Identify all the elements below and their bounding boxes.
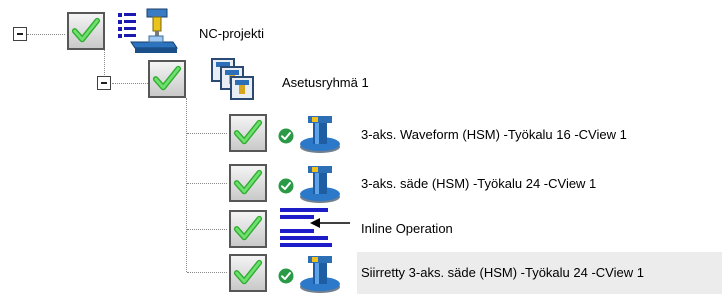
- toolpath-icon: [298, 164, 342, 204]
- checkmark-icon: [70, 15, 102, 47]
- node-label: Siirretty 3-aks. säde (HSM) -Työkalu 24 …: [361, 265, 644, 280]
- tree-node-nc-project[interactable]: NC-projekti: [0, 0, 330, 64]
- tree-node-operation[interactable]: 3-aks. Waveform (HSM) -Työkalu 16 -CView…: [224, 110, 722, 158]
- tree-connector: [187, 183, 227, 184]
- inline-operation-icon: [280, 208, 350, 247]
- checkbox-checked[interactable]: [67, 12, 105, 50]
- checkmark-icon: [232, 257, 264, 289]
- status-ok-icon: [278, 128, 294, 144]
- tree-connector: [187, 133, 227, 134]
- node-label: 3-aks. säde (HSM) -Työkalu 24 -CView 1: [361, 176, 597, 191]
- tree-connector: [187, 229, 227, 230]
- node-label: Inline Operation: [361, 221, 453, 236]
- tree-node-toolgroup[interactable]: Asetusryhmä 1: [90, 56, 390, 110]
- node-label: 3-aks. Waveform (HSM) -Työkalu 16 -CView…: [361, 127, 627, 142]
- status-ok-icon: [278, 178, 294, 194]
- checkmark-icon: [151, 63, 183, 95]
- machine-icon: [118, 8, 178, 53]
- checkbox-checked[interactable]: [148, 60, 186, 98]
- tree-connector: [187, 272, 227, 273]
- checkbox-checked[interactable]: [229, 164, 267, 202]
- node-label: Asetusryhmä 1: [282, 75, 369, 90]
- collapse-toggle[interactable]: [13, 27, 27, 41]
- tree-connector: [186, 98, 187, 272]
- operations-tree: NC-projekti Asetusryhmä 1 3-aks. Wavefor…: [0, 0, 722, 298]
- tree-node-inline-operation[interactable]: Inline Operation: [224, 206, 722, 252]
- checkbox-checked[interactable]: [229, 114, 267, 152]
- tree-node-operation[interactable]: Siirretty 3-aks. säde (HSM) -Työkalu 24 …: [224, 250, 722, 298]
- checkmark-icon: [232, 213, 264, 245]
- checkmark-icon: [232, 117, 264, 149]
- toolpath-icon: [298, 254, 342, 294]
- toolgroup-icon: [211, 58, 254, 100]
- checkbox-checked[interactable]: [229, 254, 267, 292]
- status-ok-icon: [278, 268, 294, 284]
- checkbox-checked[interactable]: [229, 210, 267, 248]
- checkmark-icon: [232, 167, 264, 199]
- collapse-toggle[interactable]: [97, 76, 111, 90]
- toolpath-icon: [298, 114, 342, 154]
- tree-node-operation[interactable]: 3-aks. säde (HSM) -Työkalu 24 -CView 1: [224, 160, 722, 208]
- node-label: NC-projekti: [199, 26, 265, 41]
